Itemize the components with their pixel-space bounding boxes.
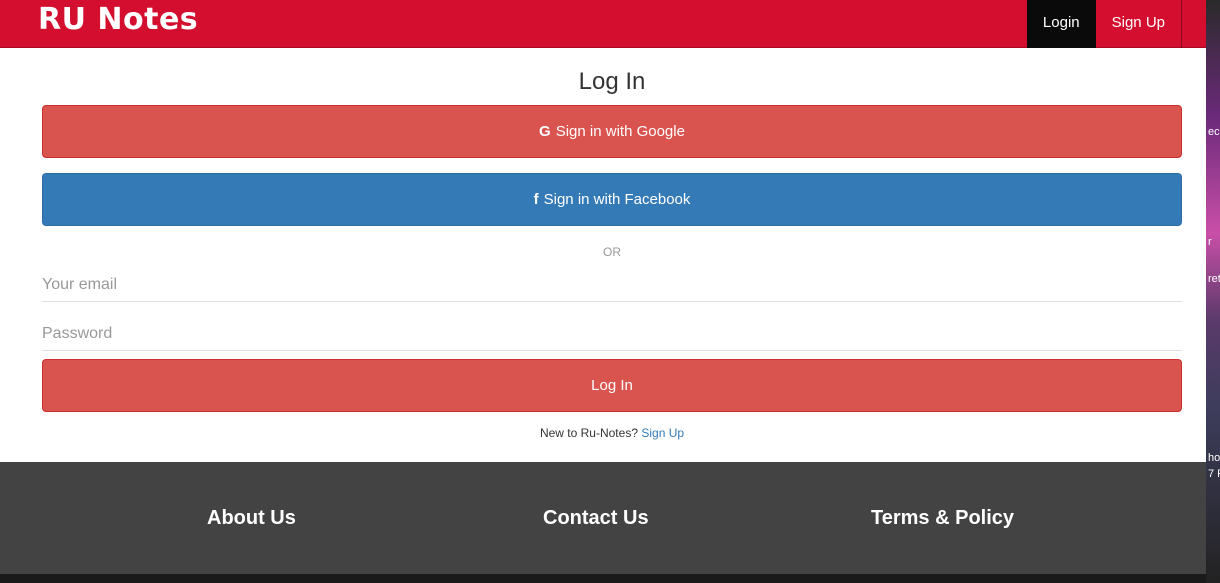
page-title: Log In xyxy=(578,68,646,95)
footer-terms-link[interactable]: Terms & Policy xyxy=(871,507,1014,530)
google-g-icon: G xyxy=(539,123,551,140)
email-field[interactable] xyxy=(42,268,1182,302)
background-text: hot xyxy=(1208,452,1220,464)
signup-prompt: New to Ru-Notes? Sign Up xyxy=(0,426,1220,440)
google-signin-button[interactable]: G Sign in with Google xyxy=(42,105,1182,158)
footer-about-link[interactable]: About Us xyxy=(207,507,296,530)
google-signin-label: Sign in with Google xyxy=(555,123,685,140)
facebook-f-icon: f xyxy=(533,191,539,208)
password-field[interactable] xyxy=(42,317,1182,351)
nav-login-link[interactable]: Login xyxy=(1026,0,1096,48)
background-text: 7 P xyxy=(1208,468,1220,480)
login-button-label: Log In xyxy=(591,377,633,394)
facebook-signin-label: Sign in with Facebook xyxy=(543,191,691,208)
bottom-bar xyxy=(0,574,1206,583)
login-page: RU Notes Login Sign Up Log In G Sign in … xyxy=(0,0,1206,583)
or-divider: OR xyxy=(603,245,621,259)
footer-contact-link[interactable]: Contact Us xyxy=(543,507,649,530)
facebook-signin-button[interactable]: f Sign in with Facebook xyxy=(42,173,1182,226)
footer: About Us Contact Us Terms & Policy xyxy=(0,462,1206,574)
brand-logo[interactable]: RU Notes xyxy=(38,2,198,37)
background-text: ec xyxy=(1208,126,1220,138)
navbar: RU Notes Login Sign Up xyxy=(0,0,1206,48)
background-text: ret xyxy=(1208,273,1220,285)
signup-link[interactable]: Sign Up xyxy=(641,426,684,440)
nav-signup-link[interactable]: Sign Up xyxy=(1096,0,1181,48)
signup-prompt-text: New to Ru-Notes? xyxy=(539,426,638,440)
login-button[interactable]: Log In xyxy=(42,359,1182,412)
nav-links: Login Sign Up xyxy=(1026,0,1182,48)
